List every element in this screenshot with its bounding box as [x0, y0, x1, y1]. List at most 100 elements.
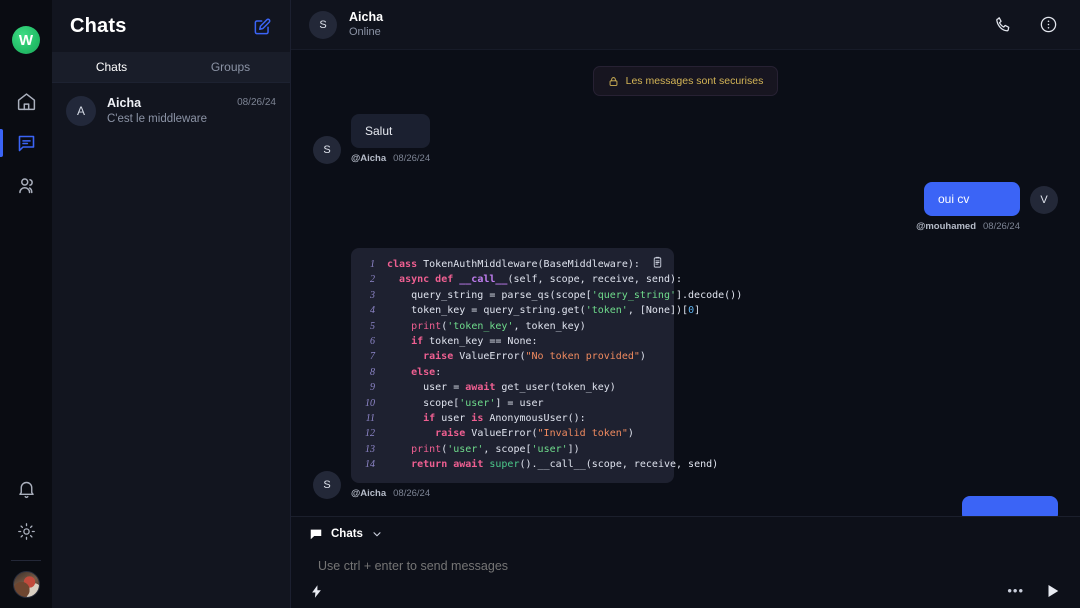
- rail-item-settings[interactable]: [6, 510, 46, 552]
- rail-item-home[interactable]: [6, 80, 46, 122]
- code-line: 11 if user is AnonymousUser():: [363, 411, 662, 426]
- tab-groups[interactable]: Groups: [171, 52, 290, 82]
- call-button[interactable]: [994, 15, 1013, 34]
- tab-groups-label: Groups: [211, 60, 250, 74]
- list-item-text: Aicha C'est le middleware: [107, 95, 226, 127]
- composer-left-actions: [309, 584, 324, 599]
- code-line: 3 query_string = parse_qs(scope['query_s…: [363, 288, 662, 303]
- message-bubble-column: Salut @Aicha08/26/24: [351, 114, 430, 164]
- encryption-notice-text: Les messages sont securises: [626, 75, 764, 87]
- lock-icon: [608, 76, 619, 87]
- code-line-text: if user is AnonymousUser():: [387, 411, 586, 426]
- chat-title: Aicha: [349, 10, 968, 25]
- compose-pencil-icon: [253, 17, 272, 36]
- avatar: V: [1030, 186, 1058, 214]
- code-line-text: class TokenAuthMiddleware(BaseMiddleware…: [387, 257, 640, 272]
- phone-icon: [994, 15, 1013, 34]
- message-author: @Aicha: [351, 488, 386, 499]
- composer-right-actions: •••: [1007, 582, 1062, 600]
- app-logo-text: W: [19, 33, 33, 48]
- code-line-number: 13: [363, 442, 387, 457]
- composer-channel-dropdown[interactable]: [371, 528, 383, 540]
- conversation-list-header: Chats: [52, 0, 290, 52]
- list-item-preview: C'est le middleware: [107, 111, 226, 127]
- avatar: S: [313, 471, 341, 499]
- list-item[interactable]: A Aicha C'est le middleware 08/26/24: [52, 83, 290, 139]
- message-date: 08/26/24: [983, 221, 1020, 232]
- code-line-number: 4: [363, 303, 387, 318]
- message-date: 08/26/24: [393, 488, 430, 499]
- code-line: 7 raise ValueError("No token provided"): [363, 349, 662, 364]
- code-line-text: raise ValueError("Invalid token"): [387, 426, 634, 441]
- lightning-bolt-icon: [309, 584, 324, 599]
- app-logo[interactable]: W: [12, 26, 40, 54]
- code-line-text: async def __call__(self, scope, receive,…: [387, 272, 682, 287]
- composer-channel-row: Chats: [309, 527, 1062, 541]
- code-line-text: token_key = query_string.get('token', [N…: [387, 303, 700, 318]
- code-line-text: print('token_key', token_key): [387, 319, 586, 334]
- conversation-tabs: Chats Groups: [52, 52, 290, 83]
- tab-chats-label: Chats: [96, 60, 127, 74]
- code-line-text: else:: [387, 365, 441, 380]
- copy-code-button[interactable]: [651, 256, 664, 274]
- code-line-text: print('user', scope['user']): [387, 442, 580, 457]
- code-line-number: 10: [363, 396, 387, 411]
- quick-actions-button[interactable]: [309, 584, 324, 599]
- message-bubble[interactable]: oui cv: [924, 182, 1020, 216]
- code-line-number: 11: [363, 411, 387, 426]
- composer-more-button[interactable]: •••: [1007, 586, 1024, 596]
- code-line-text: raise ValueError("No token provided"): [387, 349, 646, 364]
- code-line-number: 5: [363, 319, 387, 334]
- send-button[interactable]: [1044, 582, 1062, 600]
- message-thread[interactable]: Les messages sont securises S Salut @Aic…: [291, 50, 1080, 516]
- chevron-down-icon: [371, 528, 383, 540]
- message-row: S 1class TokenAuthMiddleware(BaseMiddlew…: [313, 248, 1058, 499]
- chat-options-button[interactable]: [1039, 15, 1058, 34]
- rail-divider: [11, 560, 41, 561]
- message-bubble-column: 1class TokenAuthMiddleware(BaseMiddlewar…: [351, 248, 674, 499]
- copy-clipboard-icon: [651, 256, 664, 269]
- encryption-notice-row: Les messages sont securises: [313, 66, 1058, 96]
- code-line: 8 else:: [363, 365, 662, 380]
- chats-icon: [16, 133, 37, 154]
- conversation-list-panel: Chats Chats Groups A Aicha C'est le midd…: [52, 0, 291, 608]
- code-line-number: 14: [363, 457, 387, 472]
- code-line: 4 token_key = query_string.get('token', …: [363, 303, 662, 318]
- app-root: W: [0, 0, 1080, 608]
- message-meta: @mouhamed 08/26/24: [916, 221, 1020, 232]
- rail-item-contacts[interactable]: [6, 164, 46, 206]
- message-bubble-partial[interactable]: [962, 496, 1058, 516]
- code-line-text: if token_key == None:: [387, 334, 538, 349]
- current-user-avatar[interactable]: [13, 571, 40, 598]
- message-bubble[interactable]: Salut: [351, 114, 430, 148]
- code-line-number: 9: [363, 380, 387, 395]
- rail-item-chats[interactable]: [6, 122, 46, 164]
- send-icon: [1044, 582, 1062, 600]
- code-block-wrapper: 1class TokenAuthMiddleware(BaseMiddlewar…: [351, 248, 674, 483]
- status-badge: Online: [349, 25, 968, 39]
- code-line-text: query_string = parse_qs(scope['query_str…: [387, 288, 742, 303]
- code-line: 14 return await super().__call__(scope, …: [363, 457, 662, 472]
- message-date: 08/26/24: [393, 153, 430, 164]
- message-composer: Chats •••: [291, 516, 1080, 608]
- list-item-name: Aicha: [107, 95, 226, 111]
- message-bubble-column: oui cv @mouhamed 08/26/24: [916, 182, 1020, 232]
- list-item-date: 08/26/24: [237, 97, 276, 108]
- chat-bubble-icon: [309, 527, 323, 541]
- avatar: S: [309, 11, 337, 39]
- chat-main: S Aicha Online: [291, 0, 1080, 608]
- message-row: S Salut @Aicha08/26/24: [313, 114, 1058, 164]
- new-chat-button[interactable]: [253, 17, 272, 36]
- tab-chats[interactable]: Chats: [52, 52, 171, 82]
- message-input[interactable]: [309, 541, 1062, 582]
- chat-header: S Aicha Online: [291, 0, 1080, 50]
- code-block[interactable]: 1class TokenAuthMiddleware(BaseMiddlewar…: [351, 248, 674, 483]
- code-line-number: 3: [363, 288, 387, 303]
- code-line: 5 print('token_key', token_key): [363, 319, 662, 334]
- code-line: 9 user = await get_user(token_key): [363, 380, 662, 395]
- message-meta: @Aicha 08/26/24: [351, 488, 674, 499]
- message-meta: @Aicha08/26/24: [351, 153, 430, 164]
- message-author: @mouhamed: [916, 221, 976, 232]
- rail-item-notifications[interactable]: [6, 468, 46, 510]
- code-line-number: 6: [363, 334, 387, 349]
